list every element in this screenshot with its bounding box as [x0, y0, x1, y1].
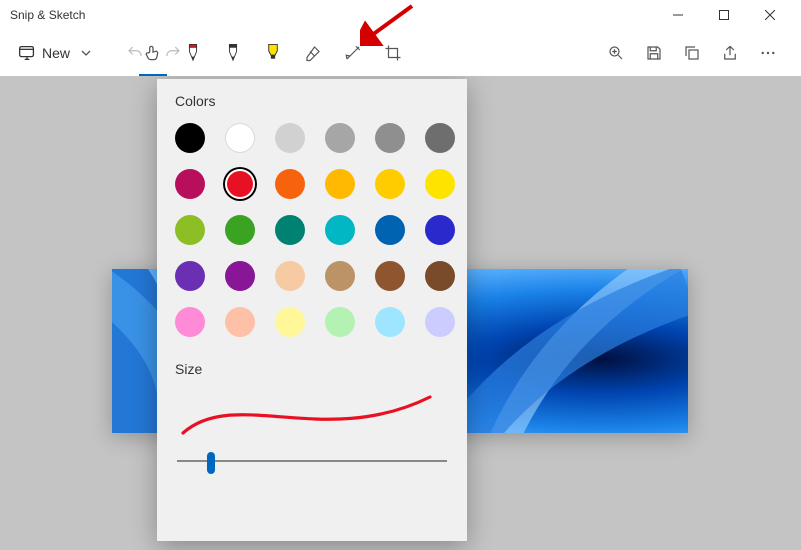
color-swatch-tan[interactable]: [325, 261, 355, 291]
color-swatch-light-blue[interactable]: [375, 307, 405, 337]
drawing-tools: [133, 34, 413, 72]
color-swatch-dark-brown[interactable]: [425, 261, 455, 291]
titlebar: Snip & Sketch: [0, 0, 801, 30]
window-title: Snip & Sketch: [8, 8, 85, 22]
close-button[interactable]: [747, 0, 793, 30]
canvas-area[interactable]: Colors Size: [0, 76, 801, 550]
color-swatch-darker-gray[interactable]: [425, 123, 455, 153]
size-preview-stroke: [175, 391, 449, 444]
color-swatch-brown[interactable]: [375, 261, 405, 291]
pen-options-popup: Colors Size: [157, 79, 467, 541]
new-button-label: New: [42, 45, 70, 61]
minimize-button[interactable]: [655, 0, 701, 30]
color-swatch-light-gray[interactable]: [275, 123, 305, 153]
color-swatch-teal[interactable]: [275, 215, 305, 245]
color-swatch-indigo[interactable]: [425, 215, 455, 245]
crop-button[interactable]: [373, 34, 413, 72]
color-swatch-white[interactable]: [225, 123, 255, 153]
color-swatch-red[interactable]: [225, 169, 255, 199]
app-window: Snip & Sketch New: [0, 0, 801, 550]
color-swatch-blue[interactable]: [375, 215, 405, 245]
color-swatch-yellow-amber[interactable]: [375, 169, 405, 199]
ballpoint-pen-button[interactable]: [173, 34, 213, 72]
color-swatch-green[interactable]: [225, 215, 255, 245]
window-controls: [655, 0, 793, 30]
color-swatch-peach[interactable]: [275, 261, 305, 291]
color-swatch-gold[interactable]: [325, 169, 355, 199]
highlighter-button[interactable]: [253, 34, 293, 72]
color-swatch-light-orange[interactable]: [225, 307, 255, 337]
color-swatch-cyan[interactable]: [325, 215, 355, 245]
color-swatch-rose[interactable]: [175, 169, 205, 199]
color-swatch-violet[interactable]: [225, 261, 255, 291]
color-swatch-dark-gray[interactable]: [375, 123, 405, 153]
more-button[interactable]: [749, 34, 787, 72]
new-button[interactable]: New: [14, 40, 74, 66]
color-swatch-lavender[interactable]: [425, 307, 455, 337]
color-swatch-light-yellow[interactable]: [275, 307, 305, 337]
new-dropdown[interactable]: [74, 34, 98, 72]
color-swatches: [175, 123, 449, 337]
save-button[interactable]: [635, 34, 673, 72]
colors-heading: Colors: [175, 93, 449, 109]
toolbar: New: [0, 30, 801, 76]
color-swatch-black[interactable]: [175, 123, 205, 153]
eraser-button[interactable]: [293, 34, 333, 72]
share-button[interactable]: [711, 34, 749, 72]
maximize-button[interactable]: [701, 0, 747, 30]
color-swatch-gray[interactable]: [325, 123, 355, 153]
pencil-button[interactable]: [213, 34, 253, 72]
copy-button[interactable]: [673, 34, 711, 72]
size-slider-thumb[interactable]: [207, 452, 215, 474]
size-heading: Size: [175, 361, 449, 377]
size-slider[interactable]: [177, 460, 447, 462]
color-swatch-pink[interactable]: [175, 307, 205, 337]
color-swatch-lime[interactable]: [175, 215, 205, 245]
color-swatch-light-green[interactable]: [325, 307, 355, 337]
ruler-button[interactable]: [333, 34, 373, 72]
zoom-button[interactable]: [597, 34, 635, 72]
color-swatch-yellow[interactable]: [425, 169, 455, 199]
color-swatch-orange[interactable]: [275, 169, 305, 199]
touch-writing-button[interactable]: [133, 34, 173, 72]
color-swatch-purple[interactable]: [175, 261, 205, 291]
